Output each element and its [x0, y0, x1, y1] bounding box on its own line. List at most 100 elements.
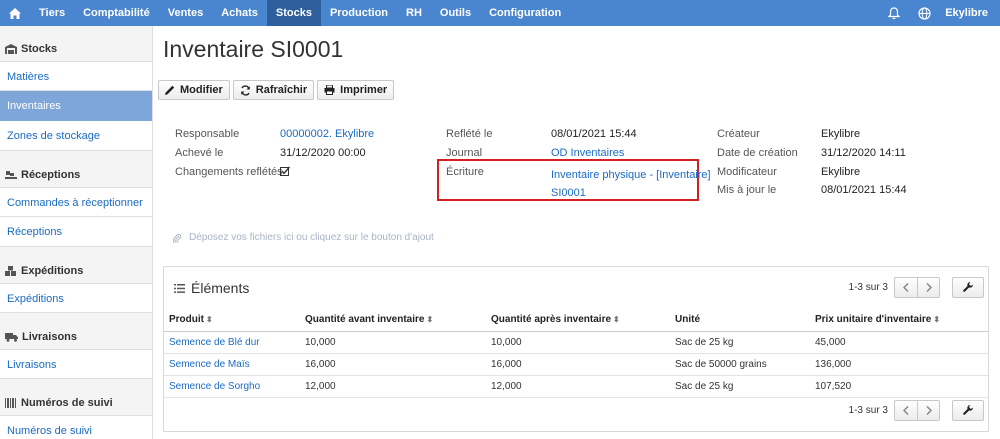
pager-buttons: [894, 277, 940, 298]
sidebar-section-label: Expéditions: [21, 265, 84, 277]
product-link[interactable]: Semence de Maïs: [164, 353, 300, 376]
nav-rh[interactable]: RH: [397, 0, 431, 26]
sidebar-item-matieres[interactable]: Matières: [0, 61, 152, 91]
product-link[interactable]: Semence de Sorgho: [164, 375, 300, 398]
nav-configuration[interactable]: Configuration: [480, 0, 570, 26]
sidebar-item-zones-stockage[interactable]: Zones de stockage: [0, 121, 152, 151]
sidebar-section-label: Numéros de suivi: [21, 397, 113, 409]
sidebar-section-label: Livraisons: [22, 331, 78, 343]
nav-tiers[interactable]: Tiers: [30, 0, 74, 26]
pager-text: 1-3 sur 3: [848, 282, 888, 293]
settings-wrench-button[interactable]: [952, 400, 984, 421]
refresh-button-label: Rafraîchir: [255, 84, 308, 96]
checkmark-icon: [280, 166, 291, 179]
ecriture-value-line2: SI0001: [551, 187, 586, 199]
sort-icon: ⬍: [933, 315, 941, 325]
page-title: Inventaire SI0001: [163, 36, 344, 62]
sort-icon: ⬍: [206, 315, 213, 325]
ecriture-value-line1: Inventaire physique - [Inventaire]: [551, 169, 711, 181]
table-cell: Sac de 25 kg: [670, 331, 810, 354]
col-header-label: Quantité après inventaire: [491, 314, 612, 326]
top-navbar: Tiers Comptabilité Ventes Achats Stocks …: [0, 0, 1000, 26]
sidebar-item-inventaires[interactable]: Inventaires: [0, 91, 152, 121]
prev-page-button[interactable]: [895, 401, 917, 420]
edit-button[interactable]: Modifier: [158, 80, 230, 100]
main-content: Inventaire SI0001 Modifier Rafraîchir Im…: [153, 26, 1000, 439]
boxes-icon: [5, 266, 16, 276]
refresh-button[interactable]: Rafraîchir: [232, 80, 315, 100]
col-header-qte-avant[interactable]: Quantité avant inventaire ⬍: [300, 309, 486, 332]
print-button-label: Imprimer: [340, 84, 388, 96]
sidebar-item-commandes-receptionner[interactable]: Commandes à réceptionner: [0, 187, 152, 217]
prev-page-button[interactable]: [895, 278, 917, 297]
col-header-produit[interactable]: Produit ⬍: [164, 309, 300, 332]
user-menu[interactable]: Ekylibre: [939, 7, 1000, 19]
nav-achats[interactable]: Achats: [212, 0, 267, 26]
table-cell: 16,000: [486, 353, 670, 376]
nav-outils[interactable]: Outils: [431, 0, 480, 26]
createur-label: Créateur: [717, 128, 760, 140]
journal-value[interactable]: OD Inventaires: [551, 147, 624, 159]
responsable-value[interactable]: 00000002. Ekylibre: [280, 128, 374, 140]
table-cell: 12,000: [300, 375, 486, 398]
table-row: Semence de Blé dur 10,000 10,000 Sac de …: [164, 331, 988, 354]
table-cell: 10,000: [300, 331, 486, 354]
nav-stocks[interactable]: Stocks: [266, 0, 321, 26]
elements-panel: Éléments 1-3 sur 3 Produit ⬍ Quantité ava…: [163, 266, 989, 432]
col-header-prix[interactable]: Prix unitaire d'inventaire ⬍: [810, 309, 988, 332]
pager-bottom: 1-3 sur 3: [849, 400, 984, 421]
edit-button-label: Modifier: [180, 84, 223, 96]
print-button[interactable]: Imprimer: [317, 80, 395, 100]
nav-production[interactable]: Production: [321, 0, 397, 26]
nav-comptabilite[interactable]: Comptabilité: [74, 0, 159, 26]
toolbar: Modifier Rafraîchir Imprimer: [158, 80, 395, 100]
elements-table: Produit ⬍ Quantité avant inventaire ⬍ Quan…: [164, 309, 988, 398]
dropzone-text: Déposez vos fichiers ici ou cliquez sur …: [189, 232, 434, 243]
table-row: Semence de Maïs 16,000 16,000 Sac de 500…: [164, 353, 988, 376]
col-header-label: Quantité avant inventaire: [305, 314, 425, 326]
reflete-value: 08/01/2021 15:44: [551, 128, 637, 140]
date-creation-value: 31/12/2020 14:11: [821, 147, 906, 159]
col-header-qte-apres[interactable]: Quantité après inventaire ⬍: [486, 309, 670, 332]
sort-icon: ⬍: [613, 315, 620, 325]
sidebar-section-expeditions: Expéditions: [0, 259, 152, 283]
pager-top: 1-3 sur 3: [849, 277, 984, 298]
sidebar-section-receptions: Réceptions: [0, 163, 152, 187]
paperclip-icon: [173, 233, 181, 243]
table-cell: 107,520: [810, 375, 988, 398]
bell-icon[interactable]: [879, 0, 909, 26]
next-page-button[interactable]: [917, 401, 939, 420]
refresh-icon: [240, 84, 250, 96]
product-link[interactable]: Semence de Blé dur: [164, 331, 300, 354]
sidebar-item-expeditions[interactable]: Expéditions: [0, 283, 152, 313]
ecriture-value[interactable]: Inventaire physique - [Inventaire] SI000…: [551, 166, 711, 202]
truck-loading-icon: [5, 171, 17, 179]
sidebar-item-livraisons[interactable]: Livraisons: [0, 349, 152, 379]
next-page-button[interactable]: [917, 278, 939, 297]
nav-ventes[interactable]: Ventes: [159, 0, 212, 26]
modificateur-value: Ekylibre: [821, 166, 861, 178]
sidebar-item-numeros-suivi[interactable]: Numéros de suivi: [0, 415, 152, 439]
globe-icon[interactable]: [909, 0, 939, 26]
maj-label: Mis à jour le: [717, 184, 777, 196]
changements-label: Changements reflétés: [175, 166, 283, 178]
sidebar-section-stocks: Stocks: [0, 37, 152, 61]
table-header-row: Produit ⬍ Quantité avant inventaire ⬍ Quan…: [164, 309, 988, 332]
sidebar-item-receptions[interactable]: Réceptions: [0, 217, 152, 247]
wrench-icon: [962, 405, 973, 415]
table-cell: 45,000: [810, 331, 988, 354]
truck-icon: [5, 333, 18, 342]
sidebar-section-numeros-suivi: Numéros de suivi: [0, 391, 152, 415]
print-icon: [324, 85, 335, 95]
col-header-unite: Unité: [670, 309, 810, 332]
pager-buttons: [894, 400, 940, 421]
file-dropzone[interactable]: Déposez vos fichiers ici ou cliquez sur …: [173, 232, 434, 243]
settings-wrench-button[interactable]: [952, 277, 984, 298]
table-cell: Sac de 50000 grains: [670, 353, 810, 376]
home-icon[interactable]: [0, 0, 30, 26]
reflete-label: Reflété le: [446, 128, 493, 140]
